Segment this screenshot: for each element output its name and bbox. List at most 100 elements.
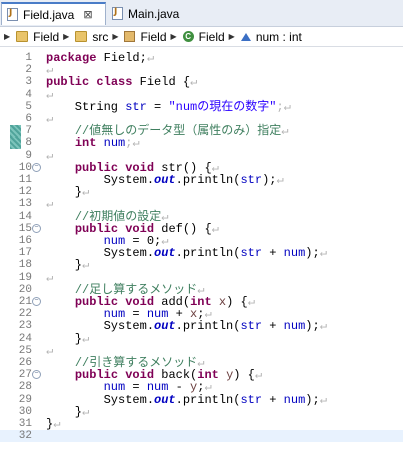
code-token: + [262,392,284,407]
code-line[interactable]: 26 //引き算するメソッド↵ [0,357,403,369]
code-token: str [240,319,263,334]
code-line[interactable]: 23 System.out.println(str + num);↵ [0,320,403,332]
code-text: //引き算するメソッド↵ [46,357,205,369]
code-text: System.out.println(str + num);↵ [46,394,327,406]
code-token: .println( [175,173,241,187]
code-line[interactable]: 21− public void add(int x) {↵ [0,296,403,308]
code-line[interactable]: 20 //足し算するメソッド↵ [0,284,403,296]
code-line[interactable]: 28 num = num - y;↵ [0,381,403,393]
tab-field-java[interactable]: Field.java ⊠ [1,2,106,25]
fold-collapse-icon[interactable]: − [32,370,41,380]
code-line[interactable]: 4 ↵ [0,89,403,101]
code-text: num = num - y;↵ [46,381,212,393]
breadcrumb-label: Field [198,29,225,44]
code-token: int [74,136,97,151]
code-token: num [103,136,126,151]
line-number: 5 [25,100,32,113]
line-number: 6 [25,113,32,125]
field-icon [240,32,251,41]
code-token: str [240,392,263,407]
line-number: 13 [18,198,32,211]
code-line[interactable]: 18 }↵ [0,259,403,271]
code-token: str [125,99,147,114]
line-end-marker: ↵ [254,368,263,383]
line-number: 8 [25,137,32,150]
code-token: + [262,246,284,261]
code-line[interactable]: 32 [0,430,403,443]
chevron-right-icon: ▶ [170,32,177,41]
code-line[interactable]: 2 ↵ [0,64,403,76]
code-text: }↵ [46,333,89,345]
breadcrumb-label: Field [33,29,60,44]
code-text: ↵ [46,272,53,284]
breadcrumb-item-package[interactable]: ▶ Field [108,30,166,44]
code-line[interactable]: 9 ↵ [0,150,403,162]
fold-collapse-icon[interactable]: − [32,223,41,233]
breadcrumb-item-project[interactable]: ▶ Field [0,30,59,44]
breadcrumb-item-field[interactable]: ▶ num : int [225,30,302,44]
line-end-marker: ↵ [82,404,90,419]
code-line[interactable]: 11 System.out.println(str);↵ [0,174,403,186]
code-text: public void str() {↵ [46,162,219,174]
code-text: System.out.println(str);↵ [46,174,284,186]
code-line[interactable]: 31}↵ [0,418,403,430]
code-line[interactable]: 25 ↵ [0,345,403,357]
code-line[interactable]: 7 //値無しのデータ型（属性のみ）指定↵ [0,124,403,139]
code-token: out [154,173,176,187]
code-line[interactable]: 27− public void back(int y) {↵ [0,369,403,381]
line-number: 30 [18,405,32,418]
code-line[interactable]: 5 String str = "numの現在の数字";↵ [0,101,403,113]
tab-main-java[interactable]: Main.java [107,2,197,25]
breadcrumb-item-src[interactable]: ▶ src [59,30,108,44]
code-token: .println( [175,319,241,334]
code-line[interactable]: 29 System.out.println(str + num);↵ [0,394,403,406]
line-number: 14 [18,210,32,223]
line-end-marker: ↵ [82,331,90,346]
code-line[interactable]: 13 ↵ [0,198,403,210]
line-number: 11 [18,174,32,186]
code-line[interactable]: 10− public void str() {↵ [0,162,403,174]
line-end-marker: ↵ [319,319,327,334]
chevron-right-icon: ▶ [4,32,11,41]
code-line[interactable]: 16 num = 0;↵ [0,235,403,247]
line-end-marker: ↵ [281,124,289,139]
line-number: 4 [25,88,32,101]
line-end-marker: ↵ [53,417,61,431]
fold-collapse-icon[interactable]: − [32,297,41,306]
java-file-icon [112,7,123,20]
code-token: str [240,246,263,261]
code-line[interactable]: 12 }↵ [0,186,403,198]
line-number: 24 [18,332,32,345]
line-number: 18 [18,259,32,272]
code-token: Field { [132,75,191,90]
breadcrumb-item-class[interactable]: ▶ C Field [167,30,225,44]
line-end-marker: ;↵ [125,136,140,151]
code-line[interactable]: 14 //初期値の設定↵ [0,211,403,223]
code-line[interactable]: 30 }↵ [0,406,403,418]
code-line[interactable]: 22 num = num + x;↵ [0,308,403,320]
code-line[interactable]: 19 ↵ [0,272,403,284]
breadcrumb-label: num : int [255,29,302,44]
line-end-marker: ↵ [319,246,327,261]
fold-collapse-icon[interactable]: − [32,162,41,172]
code-token: x [218,295,227,309]
code-line[interactable]: 17 System.out.println(str + num);↵ [0,247,403,259]
line-end-marker: ↵ [190,75,198,90]
code-token: + [262,319,284,334]
code-token: "numの現在の数字" [168,99,277,114]
close-icon[interactable]: ⊠ [83,8,92,21]
chevron-right-icon: ▶ [228,32,235,41]
code-editor[interactable]: 1 package Field;↵ 2 ↵ 3 public class Field {↵… [0,47,403,459]
code-line[interactable]: 1 package Field;↵ [0,52,403,64]
line-number: 16 [18,235,32,247]
line-end-marker: ↵ [211,221,219,236]
line-number: 28 [18,381,32,394]
code-line[interactable]: 24 }↵ [0,333,403,345]
code-line[interactable]: 15− public void def() {↵ [0,223,403,235]
line-number: 12 [18,186,32,199]
code-line[interactable]: 8 int num;↵ [0,136,403,151]
line-number: 27 [18,369,32,382]
code-line[interactable]: 3 public class Field {↵ [0,76,403,88]
